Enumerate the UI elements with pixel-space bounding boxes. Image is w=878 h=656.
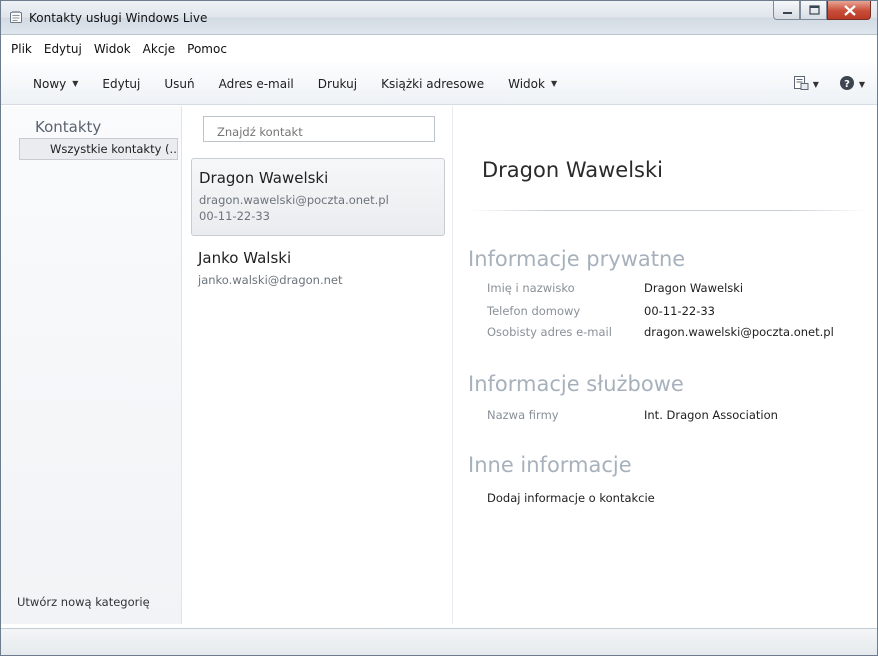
email-button[interactable]: Adres e-mail bbox=[207, 77, 306, 91]
new-button-label: Nowy bbox=[33, 76, 67, 91]
view-button-label: Widok bbox=[508, 76, 545, 91]
app-window: Kontakty usługi Windows Live Plik Edytuj… bbox=[0, 0, 878, 656]
contact-email: janko.walski@dragon.net bbox=[198, 273, 343, 287]
category-sidebar: Kontakty Wszystkie kontakty (.. Utwórz n… bbox=[1, 106, 182, 624]
field-label-personal-email: Osobisty adres e-mail bbox=[487, 325, 612, 339]
menu-edytuj[interactable]: Edytuj bbox=[38, 42, 88, 56]
contact-list-pane: Dragon Wawelski dragon.wawelski@poczta.o… bbox=[183, 106, 453, 624]
minimize-button[interactable] bbox=[773, 1, 800, 20]
svg-text:?: ? bbox=[844, 79, 850, 90]
help-menu-button[interactable]: ? ▼ bbox=[839, 75, 865, 94]
contact-email: dragon.wawelski@poczta.onet.pl bbox=[199, 193, 389, 207]
view-button[interactable]: Widok ▼ bbox=[496, 77, 569, 91]
field-value-company: Int. Dragon Association bbox=[644, 408, 778, 422]
field-label-company: Nazwa firmy bbox=[487, 408, 559, 422]
contact-detail-pane: Dragon Wawelski Informacje prywatne Imię… bbox=[454, 106, 877, 624]
contact-name: Dragon Wawelski bbox=[199, 169, 329, 187]
divider bbox=[468, 210, 868, 211]
private-info-heading: Informacje prywatne bbox=[468, 247, 686, 271]
menu-widok[interactable]: Widok bbox=[88, 42, 137, 56]
sidebar-item-all-contacts[interactable]: Wszystkie kontakty (.. bbox=[19, 138, 178, 160]
new-button[interactable]: Nowy ▼ bbox=[21, 77, 90, 91]
print-button[interactable]: Drukuj bbox=[306, 77, 369, 91]
field-value-home-phone: 00-11-22-33 bbox=[644, 304, 715, 318]
window-controls bbox=[773, 1, 871, 23]
toolbar: Nowy ▼ Edytuj Usuń Adres e-mail Drukuj K… bbox=[1, 63, 877, 105]
status-bar bbox=[1, 628, 877, 655]
menu-plik[interactable]: Plik bbox=[5, 42, 38, 56]
field-label-home-phone: Telefon domowy bbox=[487, 304, 581, 318]
delete-button[interactable]: Usuń bbox=[152, 77, 206, 91]
menu-pomoc[interactable]: Pomoc bbox=[181, 42, 233, 56]
add-contact-info-link[interactable]: Dodaj informacje o kontakcie bbox=[487, 491, 655, 505]
contacts-app-icon bbox=[9, 10, 23, 24]
menu-bar: Plik Edytuj Widok Akcje Pomoc bbox=[1, 35, 877, 63]
title-bar: Kontakty usługi Windows Live bbox=[1, 1, 877, 35]
email-button-label: Adres e-mail bbox=[218, 76, 294, 91]
chevron-down-icon: ▼ bbox=[812, 80, 819, 89]
toolbar-right: ▼ ? ▼ bbox=[793, 75, 865, 94]
business-info-heading: Informacje służbowe bbox=[468, 372, 684, 396]
contact-list-item[interactable]: Dragon Wawelski dragon.wawelski@poczta.o… bbox=[191, 158, 445, 236]
layout-icon bbox=[793, 75, 809, 94]
chevron-down-icon: ▼ bbox=[550, 79, 558, 88]
search-input[interactable] bbox=[203, 116, 435, 142]
detail-contact-name: Dragon Wawelski bbox=[482, 158, 663, 182]
field-label-full-name: Imię i nazwisko bbox=[487, 281, 575, 295]
close-button[interactable] bbox=[827, 1, 871, 20]
create-category-link[interactable]: Utwórz nową kategorię bbox=[17, 595, 150, 609]
menu-akcje[interactable]: Akcje bbox=[137, 42, 181, 56]
address-books-button[interactable]: Książki adresowe bbox=[369, 77, 496, 91]
layout-menu-button[interactable]: ▼ bbox=[793, 75, 819, 94]
other-info-heading: Inne informacje bbox=[468, 453, 632, 477]
contact-phone: 00-11-22-33 bbox=[199, 209, 270, 223]
contact-name: Janko Walski bbox=[198, 249, 292, 267]
edit-button-label: Edytuj bbox=[102, 76, 141, 91]
delete-button-label: Usuń bbox=[164, 76, 195, 91]
sidebar-heading: Kontakty bbox=[35, 118, 102, 136]
window-title: Kontakty usługi Windows Live bbox=[29, 11, 208, 25]
maximize-button[interactable] bbox=[800, 1, 827, 20]
edit-button[interactable]: Edytuj bbox=[90, 77, 152, 91]
print-button-label: Drukuj bbox=[317, 76, 358, 91]
field-value-personal-email[interactable]: dragon.wawelski@poczta.onet.pl bbox=[644, 325, 834, 339]
help-icon: ? bbox=[839, 75, 855, 94]
main-content: Kontakty Wszystkie kontakty (.. Utwórz n… bbox=[1, 106, 877, 624]
chevron-down-icon: ▼ bbox=[858, 80, 865, 89]
address-books-button-label: Książki adresowe bbox=[381, 76, 485, 91]
field-value-full-name: Dragon Wawelski bbox=[644, 281, 744, 295]
chevron-down-icon: ▼ bbox=[72, 79, 79, 88]
contact-list-item[interactable]: Janko Walski janko.walski@dragon.net bbox=[191, 239, 445, 299]
